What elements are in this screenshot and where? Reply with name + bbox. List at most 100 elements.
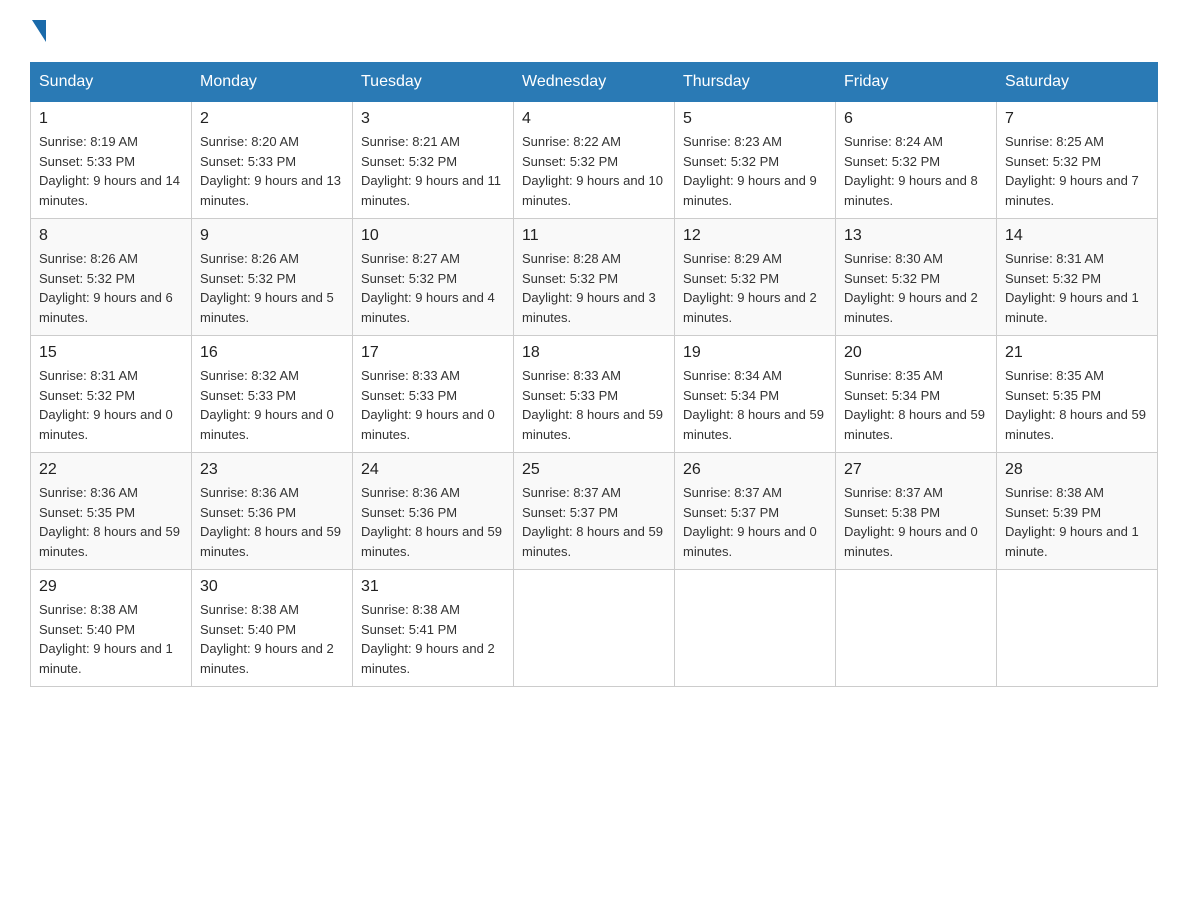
day-info: Sunrise: 8:38 AMSunset: 5:40 PMDaylight:… <box>39 602 173 676</box>
day-info: Sunrise: 8:35 AMSunset: 5:34 PMDaylight:… <box>844 368 985 442</box>
day-info: Sunrise: 8:37 AMSunset: 5:37 PMDaylight:… <box>683 485 817 559</box>
calendar-cell: 6 Sunrise: 8:24 AMSunset: 5:32 PMDayligh… <box>836 102 997 219</box>
col-header-friday: Friday <box>836 63 997 102</box>
day-info: Sunrise: 8:37 AMSunset: 5:38 PMDaylight:… <box>844 485 978 559</box>
calendar-cell: 2 Sunrise: 8:20 AMSunset: 5:33 PMDayligh… <box>192 102 353 219</box>
day-info: Sunrise: 8:28 AMSunset: 5:32 PMDaylight:… <box>522 251 656 325</box>
day-info: Sunrise: 8:31 AMSunset: 5:32 PMDaylight:… <box>1005 251 1139 325</box>
week-row-3: 15 Sunrise: 8:31 AMSunset: 5:32 PMDaylig… <box>31 336 1158 453</box>
day-number: 18 <box>522 344 666 362</box>
col-header-wednesday: Wednesday <box>514 63 675 102</box>
day-number: 16 <box>200 344 344 362</box>
calendar-cell: 11 Sunrise: 8:28 AMSunset: 5:32 PMDaylig… <box>514 219 675 336</box>
day-number: 7 <box>1005 110 1149 128</box>
day-info: Sunrise: 8:26 AMSunset: 5:32 PMDaylight:… <box>200 251 334 325</box>
calendar-cell: 4 Sunrise: 8:22 AMSunset: 5:32 PMDayligh… <box>514 102 675 219</box>
day-info: Sunrise: 8:19 AMSunset: 5:33 PMDaylight:… <box>39 134 180 208</box>
day-info: Sunrise: 8:32 AMSunset: 5:33 PMDaylight:… <box>200 368 334 442</box>
calendar-cell: 13 Sunrise: 8:30 AMSunset: 5:32 PMDaylig… <box>836 219 997 336</box>
day-number: 22 <box>39 461 183 479</box>
calendar-cell: 31 Sunrise: 8:38 AMSunset: 5:41 PMDaylig… <box>353 570 514 687</box>
calendar-cell <box>997 570 1158 687</box>
day-info: Sunrise: 8:36 AMSunset: 5:35 PMDaylight:… <box>39 485 180 559</box>
calendar-cell <box>514 570 675 687</box>
day-number: 21 <box>1005 344 1149 362</box>
calendar-cell: 8 Sunrise: 8:26 AMSunset: 5:32 PMDayligh… <box>31 219 192 336</box>
day-number: 11 <box>522 227 666 245</box>
day-number: 29 <box>39 578 183 596</box>
calendar-cell: 28 Sunrise: 8:38 AMSunset: 5:39 PMDaylig… <box>997 453 1158 570</box>
calendar-cell: 27 Sunrise: 8:37 AMSunset: 5:38 PMDaylig… <box>836 453 997 570</box>
week-row-1: 1 Sunrise: 8:19 AMSunset: 5:33 PMDayligh… <box>31 102 1158 219</box>
day-info: Sunrise: 8:38 AMSunset: 5:39 PMDaylight:… <box>1005 485 1139 559</box>
week-row-4: 22 Sunrise: 8:36 AMSunset: 5:35 PMDaylig… <box>31 453 1158 570</box>
day-number: 5 <box>683 110 827 128</box>
day-number: 31 <box>361 578 505 596</box>
calendar-cell: 30 Sunrise: 8:38 AMSunset: 5:40 PMDaylig… <box>192 570 353 687</box>
calendar-cell: 22 Sunrise: 8:36 AMSunset: 5:35 PMDaylig… <box>31 453 192 570</box>
calendar-cell: 3 Sunrise: 8:21 AMSunset: 5:32 PMDayligh… <box>353 102 514 219</box>
day-info: Sunrise: 8:21 AMSunset: 5:32 PMDaylight:… <box>361 134 501 208</box>
calendar-cell: 12 Sunrise: 8:29 AMSunset: 5:32 PMDaylig… <box>675 219 836 336</box>
col-header-tuesday: Tuesday <box>353 63 514 102</box>
day-number: 28 <box>1005 461 1149 479</box>
calendar-cell <box>836 570 997 687</box>
day-number: 19 <box>683 344 827 362</box>
day-info: Sunrise: 8:20 AMSunset: 5:33 PMDaylight:… <box>200 134 341 208</box>
day-number: 2 <box>200 110 344 128</box>
day-info: Sunrise: 8:38 AMSunset: 5:41 PMDaylight:… <box>361 602 495 676</box>
day-info: Sunrise: 8:33 AMSunset: 5:33 PMDaylight:… <box>522 368 663 442</box>
day-number: 15 <box>39 344 183 362</box>
day-info: Sunrise: 8:36 AMSunset: 5:36 PMDaylight:… <box>200 485 341 559</box>
page-header <box>30 20 1158 42</box>
calendar-cell: 10 Sunrise: 8:27 AMSunset: 5:32 PMDaylig… <box>353 219 514 336</box>
col-header-monday: Monday <box>192 63 353 102</box>
calendar-cell: 20 Sunrise: 8:35 AMSunset: 5:34 PMDaylig… <box>836 336 997 453</box>
calendar-cell: 17 Sunrise: 8:33 AMSunset: 5:33 PMDaylig… <box>353 336 514 453</box>
day-info: Sunrise: 8:37 AMSunset: 5:37 PMDaylight:… <box>522 485 663 559</box>
col-header-sunday: Sunday <box>31 63 192 102</box>
day-info: Sunrise: 8:22 AMSunset: 5:32 PMDaylight:… <box>522 134 663 208</box>
calendar-cell: 9 Sunrise: 8:26 AMSunset: 5:32 PMDayligh… <box>192 219 353 336</box>
calendar-cell: 14 Sunrise: 8:31 AMSunset: 5:32 PMDaylig… <box>997 219 1158 336</box>
calendar-cell: 1 Sunrise: 8:19 AMSunset: 5:33 PMDayligh… <box>31 102 192 219</box>
day-info: Sunrise: 8:24 AMSunset: 5:32 PMDaylight:… <box>844 134 978 208</box>
col-header-thursday: Thursday <box>675 63 836 102</box>
day-info: Sunrise: 8:34 AMSunset: 5:34 PMDaylight:… <box>683 368 824 442</box>
day-info: Sunrise: 8:36 AMSunset: 5:36 PMDaylight:… <box>361 485 502 559</box>
logo <box>30 20 48 42</box>
day-number: 4 <box>522 110 666 128</box>
day-info: Sunrise: 8:27 AMSunset: 5:32 PMDaylight:… <box>361 251 495 325</box>
day-number: 30 <box>200 578 344 596</box>
logo-triangle-icon <box>32 20 46 42</box>
day-number: 12 <box>683 227 827 245</box>
day-info: Sunrise: 8:31 AMSunset: 5:32 PMDaylight:… <box>39 368 173 442</box>
day-number: 20 <box>844 344 988 362</box>
calendar-cell: 21 Sunrise: 8:35 AMSunset: 5:35 PMDaylig… <box>997 336 1158 453</box>
calendar-cell: 18 Sunrise: 8:33 AMSunset: 5:33 PMDaylig… <box>514 336 675 453</box>
calendar-cell: 25 Sunrise: 8:37 AMSunset: 5:37 PMDaylig… <box>514 453 675 570</box>
day-number: 1 <box>39 110 183 128</box>
calendar-cell: 26 Sunrise: 8:37 AMSunset: 5:37 PMDaylig… <box>675 453 836 570</box>
week-row-5: 29 Sunrise: 8:38 AMSunset: 5:40 PMDaylig… <box>31 570 1158 687</box>
day-number: 27 <box>844 461 988 479</box>
day-number: 3 <box>361 110 505 128</box>
calendar-cell: 23 Sunrise: 8:36 AMSunset: 5:36 PMDaylig… <box>192 453 353 570</box>
day-number: 17 <box>361 344 505 362</box>
calendar-cell: 5 Sunrise: 8:23 AMSunset: 5:32 PMDayligh… <box>675 102 836 219</box>
day-number: 13 <box>844 227 988 245</box>
day-number: 14 <box>1005 227 1149 245</box>
day-number: 23 <box>200 461 344 479</box>
calendar-cell: 7 Sunrise: 8:25 AMSunset: 5:32 PMDayligh… <box>997 102 1158 219</box>
day-number: 9 <box>200 227 344 245</box>
day-info: Sunrise: 8:29 AMSunset: 5:32 PMDaylight:… <box>683 251 817 325</box>
day-number: 24 <box>361 461 505 479</box>
day-number: 26 <box>683 461 827 479</box>
calendar-cell: 15 Sunrise: 8:31 AMSunset: 5:32 PMDaylig… <box>31 336 192 453</box>
day-number: 8 <box>39 227 183 245</box>
day-info: Sunrise: 8:23 AMSunset: 5:32 PMDaylight:… <box>683 134 817 208</box>
calendar-cell: 24 Sunrise: 8:36 AMSunset: 5:36 PMDaylig… <box>353 453 514 570</box>
col-header-saturday: Saturday <box>997 63 1158 102</box>
calendar-table: SundayMondayTuesdayWednesdayThursdayFrid… <box>30 62 1158 687</box>
calendar-cell: 16 Sunrise: 8:32 AMSunset: 5:33 PMDaylig… <box>192 336 353 453</box>
